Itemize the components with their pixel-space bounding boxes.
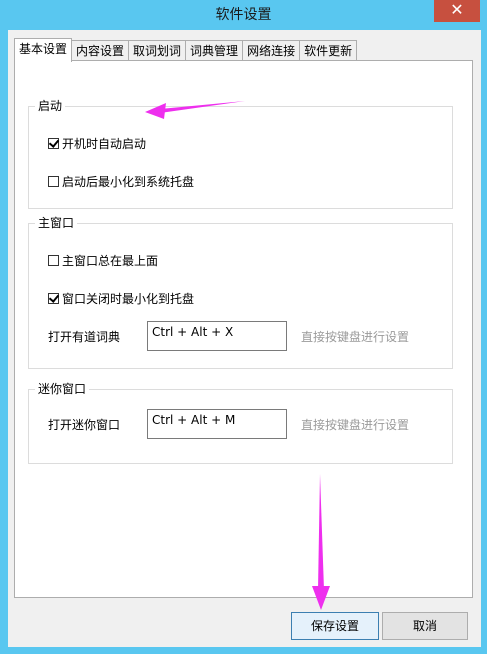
settings-window: 软件设置 ✕ 基本设置 内容设置 取词划词 词典管理 网络连接 软件更新 启动 …: [0, 0, 487, 654]
save-settings-button[interactable]: 保存设置: [291, 612, 379, 640]
always-on-top-label: 主窗口总在最上面: [62, 254, 159, 268]
open-dictionary-hotkey-hint: 直接按键盘进行设置: [301, 330, 410, 344]
open-mini-window-hotkey-label: 打开迷你窗口: [48, 418, 121, 432]
cancel-button[interactable]: 取消: [382, 612, 468, 640]
minimize-to-tray-label: 启动后最小化到系统托盘: [62, 175, 195, 189]
main-window-group-title: 主窗口: [35, 215, 78, 231]
title-bar[interactable]: 软件设置 ✕: [0, 0, 487, 28]
always-on-top-checkbox[interactable]: [48, 255, 59, 266]
tab-content-settings[interactable]: 内容设置: [71, 40, 130, 61]
tab-network[interactable]: 网络连接: [242, 40, 301, 61]
tab-dictionary-management[interactable]: 词典管理: [185, 40, 244, 61]
tab-software-update[interactable]: 软件更新: [299, 40, 358, 61]
window-client-area: 基本设置 内容设置 取词划词 词典管理 网络连接 软件更新 启动 开机时自动启动…: [8, 30, 481, 647]
close-to-tray-checkbox[interactable]: [48, 293, 59, 304]
tab-bar: 基本设置 内容设置 取词划词 词典管理 网络连接 软件更新: [14, 38, 358, 62]
close-button[interactable]: ✕: [434, 0, 480, 22]
open-mini-window-hotkey-hint: 直接按键盘进行设置: [301, 418, 410, 432]
open-mini-window-hotkey-input[interactable]: Ctrl + Alt + M: [147, 409, 287, 439]
close-to-tray-option[interactable]: 窗口关闭时最小化到托盘: [48, 290, 194, 307]
open-dictionary-hotkey-input[interactable]: Ctrl + Alt + X: [147, 321, 287, 351]
always-on-top-option[interactable]: 主窗口总在最上面: [48, 252, 158, 269]
startup-group: 启动 开机时自动启动 启动后最小化到系统托盘: [28, 98, 453, 209]
tab-panel-basic-settings: 启动 开机时自动启动 启动后最小化到系统托盘 主窗口 主窗口总在最上面 窗口关闭…: [14, 60, 473, 598]
autostart-option[interactable]: 开机时自动启动: [48, 135, 146, 152]
startup-group-title: 启动: [35, 98, 66, 114]
main-window-group: 主窗口 主窗口总在最上面 窗口关闭时最小化到托盘 打开有道词典 Ctrl + A…: [28, 215, 453, 369]
tab-word-capture[interactable]: 取词划词: [128, 40, 187, 61]
minimize-to-tray-checkbox[interactable]: [48, 176, 59, 187]
autostart-label: 开机时自动启动: [62, 137, 147, 151]
window-title: 软件设置: [215, 7, 272, 23]
close-icon: ✕: [450, 0, 464, 19]
open-dictionary-hotkey-label: 打开有道词典: [48, 330, 121, 344]
tab-basic-settings[interactable]: 基本设置: [14, 38, 73, 62]
mini-window-group: 迷你窗口 打开迷你窗口 Ctrl + Alt + M 直接按键盘进行设置: [28, 381, 453, 464]
mini-window-group-title: 迷你窗口: [35, 381, 90, 397]
autostart-checkbox[interactable]: [48, 138, 59, 149]
minimize-to-tray-option[interactable]: 启动后最小化到系统托盘: [48, 173, 194, 190]
close-to-tray-label: 窗口关闭时最小化到托盘: [62, 292, 195, 306]
